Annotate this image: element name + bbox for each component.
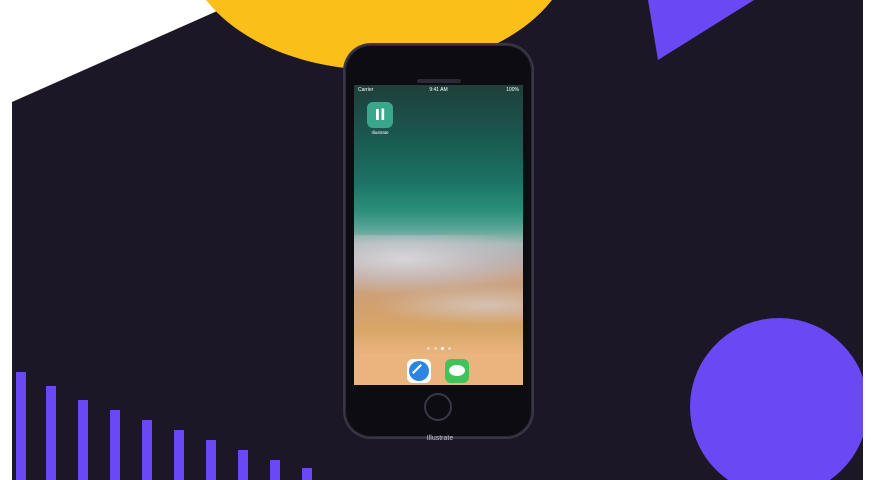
clock-label: 9:41 AM [429,87,448,93]
page-dot [447,347,451,350]
speech-bubble [449,365,465,376]
purple-triangle-shape [648,0,754,60]
purple-stripes-shape [16,372,312,480]
purple-circle-shape [690,318,863,480]
il-logo-icon[interactable]: Il [367,102,393,128]
page-dot-active [440,347,444,350]
dock [354,353,523,385]
wave-foam-secondary [374,285,523,325]
phone-caption: Illustrate [426,435,454,442]
status-bar: Carrier 9:41 AM 100% [354,85,523,95]
messages-icon[interactable] [445,359,469,383]
battery-label: 100% [506,87,519,93]
page-dot [433,347,437,350]
speaker-grille [417,79,461,83]
app-illustrate[interactable]: Il Illustrate [367,102,393,135]
page-dot [426,347,430,350]
safari-icon[interactable] [407,359,431,383]
app-label: Illustrate [371,130,389,135]
home-button[interactable] [424,393,452,421]
page-indicator[interactable] [354,347,523,350]
phone-screen: Carrier 9:41 AM 100% Il Illustrate [354,85,523,385]
phone-mockup: Carrier 9:41 AM 100% Il Illustrate [345,45,532,437]
